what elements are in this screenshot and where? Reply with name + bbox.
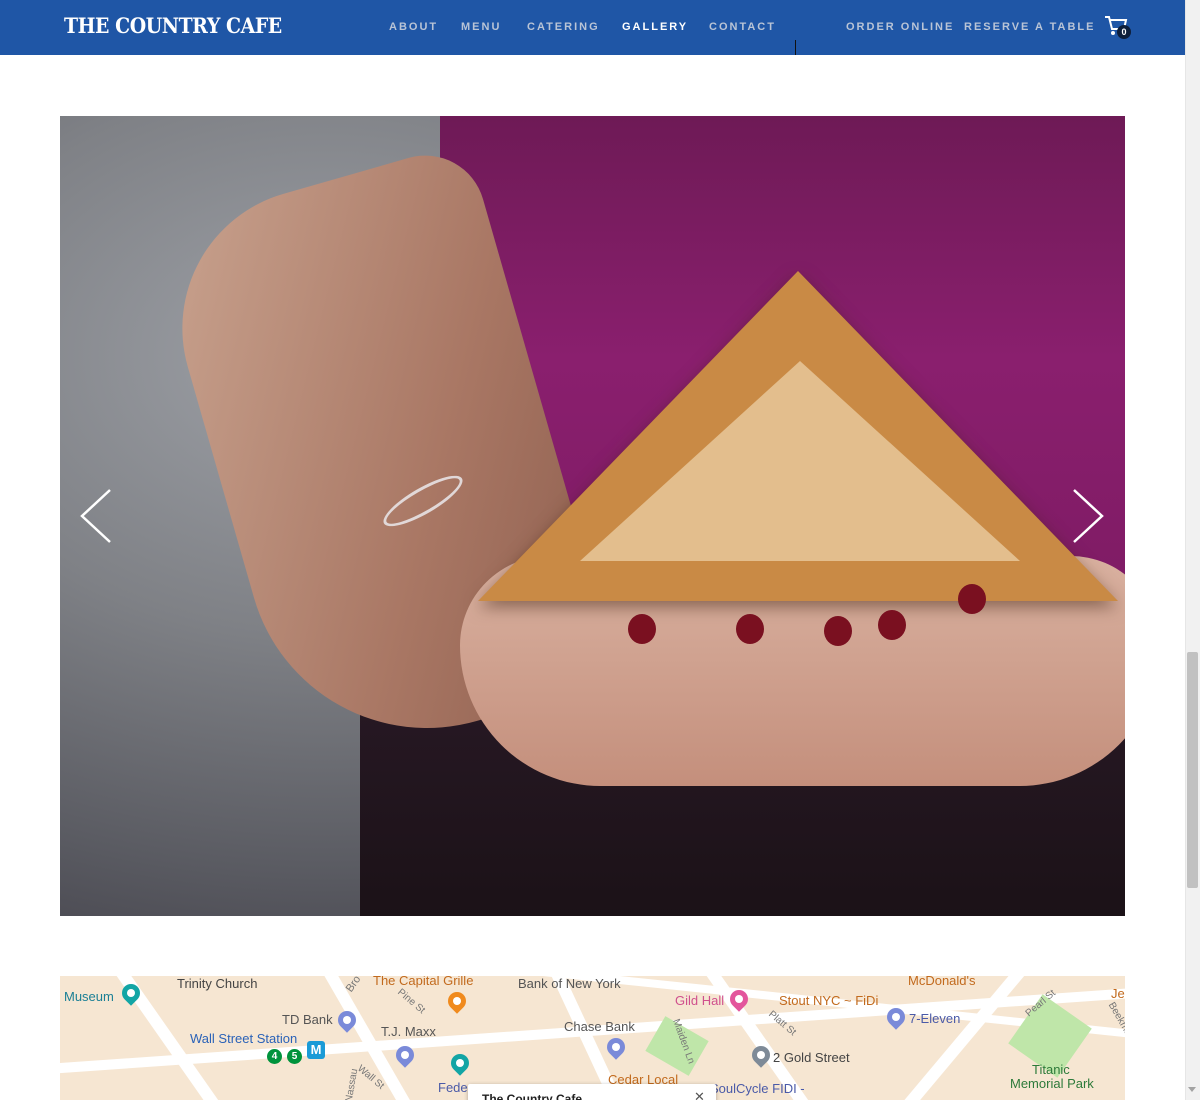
restaurant-pin-icon[interactable] bbox=[444, 988, 470, 1014]
map-label[interactable]: Je bbox=[1111, 986, 1125, 1001]
map-label[interactable]: Fede bbox=[438, 1080, 468, 1095]
order-online-link[interactable]: ORDER ONLINE bbox=[846, 21, 954, 33]
reserve-table-link[interactable]: RESERVE A TABLE bbox=[964, 21, 1095, 33]
map-label[interactable]: Wall Street Station bbox=[190, 1031, 297, 1046]
gallery-slide-image bbox=[60, 116, 1125, 916]
location-map[interactable]: 4 5 M Museum Trinity Church The Capital … bbox=[60, 976, 1125, 1100]
nav-catering[interactable]: CATERING bbox=[527, 21, 600, 33]
nav-menu[interactable]: MENU bbox=[461, 21, 501, 33]
map-label[interactable]: Stout NYC ~ FiDi bbox=[779, 993, 878, 1008]
street-label: Nassau bbox=[343, 1067, 361, 1100]
map-label[interactable]: 2 Gold Street bbox=[773, 1050, 850, 1065]
map-label[interactable]: The Capital Grille bbox=[373, 976, 473, 988]
divider bbox=[795, 40, 796, 55]
scrollbar-thumb[interactable] bbox=[1187, 652, 1198, 888]
street-label: Pine St bbox=[395, 986, 428, 1017]
map-label[interactable]: T.J. Maxx bbox=[381, 1024, 436, 1039]
scrollbar-track[interactable] bbox=[1185, 0, 1200, 1100]
gallery-prev-button[interactable] bbox=[78, 488, 114, 544]
map-label[interactable]: Bank of New York bbox=[518, 976, 621, 991]
photo-nail bbox=[824, 616, 852, 646]
map-label[interactable]: McDonald's bbox=[908, 976, 976, 988]
map-label[interactable]: Titanic bbox=[1032, 1062, 1070, 1077]
site-logo[interactable]: THE COUNTRY CAFE bbox=[64, 13, 282, 38]
map-label[interactable]: Chase Bank bbox=[564, 1019, 635, 1034]
metro-icon[interactable]: M bbox=[307, 1041, 325, 1059]
photo-nail bbox=[878, 610, 906, 640]
map-label[interactable]: Gild Hall bbox=[675, 993, 724, 1008]
cart-count-badge: 0 bbox=[1117, 25, 1131, 39]
map-label[interactable]: TD Bank bbox=[282, 1012, 333, 1027]
close-icon[interactable]: ✕ bbox=[694, 1089, 705, 1100]
subway-line-5-icon[interactable]: 5 bbox=[287, 1049, 302, 1064]
photo-nail bbox=[628, 614, 656, 644]
chevron-left-icon bbox=[80, 489, 111, 543]
nav-about[interactable]: ABOUT bbox=[389, 21, 438, 33]
photo-nail bbox=[958, 584, 986, 614]
map-infowindow[interactable]: The Country Cafe ✕ bbox=[468, 1084, 716, 1100]
map-label[interactable]: SoulCycle FIDI - bbox=[710, 1081, 805, 1096]
infowindow-title: The Country Cafe bbox=[482, 1092, 583, 1100]
landmark-pin-icon[interactable] bbox=[447, 1050, 473, 1076]
map-label[interactable]: Memorial Park bbox=[1010, 1076, 1094, 1091]
photo-nail bbox=[736, 614, 764, 644]
gallery-next-button[interactable] bbox=[1070, 488, 1106, 544]
nav-gallery[interactable]: GALLERY bbox=[622, 21, 688, 33]
nav-contact[interactable]: CONTACT bbox=[709, 21, 776, 33]
map-label[interactable]: Museum bbox=[64, 989, 114, 1004]
subway-line-4-icon[interactable]: 4 bbox=[267, 1049, 282, 1064]
chevron-right-icon bbox=[1073, 489, 1104, 543]
map-label[interactable]: Trinity Church bbox=[177, 976, 257, 991]
site-header: THE COUNTRY CAFE ABOUT MENU CATERING GAL… bbox=[0, 0, 1185, 55]
map-label[interactable]: 7-Eleven bbox=[909, 1011, 960, 1026]
pastry-highlight bbox=[580, 361, 1020, 561]
bank-pin-icon[interactable] bbox=[603, 1034, 629, 1060]
cart-button[interactable]: 0 bbox=[1104, 15, 1132, 41]
scroll-down-icon[interactable] bbox=[1188, 1087, 1196, 1092]
